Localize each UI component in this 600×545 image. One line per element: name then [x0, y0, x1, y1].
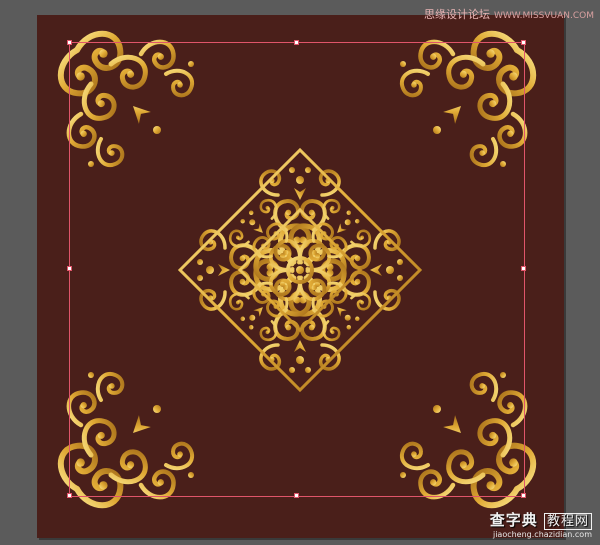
watermark-bottom-cn: 查字典 教程网	[490, 509, 592, 530]
corner-ornament	[61, 34, 197, 170]
handle-top-center[interactable]	[294, 40, 299, 45]
workspace-canvas[interactable]: 思缘设计论坛 WWW.MISSVUAN.COM 查字典 教程网 jiaocheng…	[0, 0, 600, 545]
damask-center-ornament	[177, 147, 423, 393]
watermark-top-site: WWW.MISSVUAN.COM	[494, 11, 594, 21]
corner-ornament	[398, 370, 534, 506]
handle-bottom-right[interactable]	[521, 493, 526, 498]
watermark-bottom-url: jiaocheng.chazidian.com	[492, 530, 592, 539]
damask-artwork[interactable]	[37, 15, 564, 538]
handle-bottom-center[interactable]	[294, 493, 299, 498]
watermark-bottom-cn-main: 查字典	[489, 511, 538, 529]
handle-middle-left[interactable]	[67, 266, 72, 271]
watermark-bottom-cn-box: 教程网	[543, 513, 592, 530]
corner-ornament	[61, 370, 197, 506]
watermark-top: 思缘设计论坛 WWW.MISSVUAN.COM	[424, 6, 594, 22]
handle-middle-right[interactable]	[521, 266, 526, 271]
watermark-top-cn: 思缘设计论坛	[424, 8, 490, 21]
handle-bottom-left[interactable]	[67, 493, 72, 498]
corner-ornament	[398, 34, 534, 170]
handle-top-left[interactable]	[67, 40, 72, 45]
handle-top-right[interactable]	[521, 40, 526, 45]
watermark-bottom: 查字典 教程网 jiaocheng.chazidian.com	[490, 509, 592, 539]
